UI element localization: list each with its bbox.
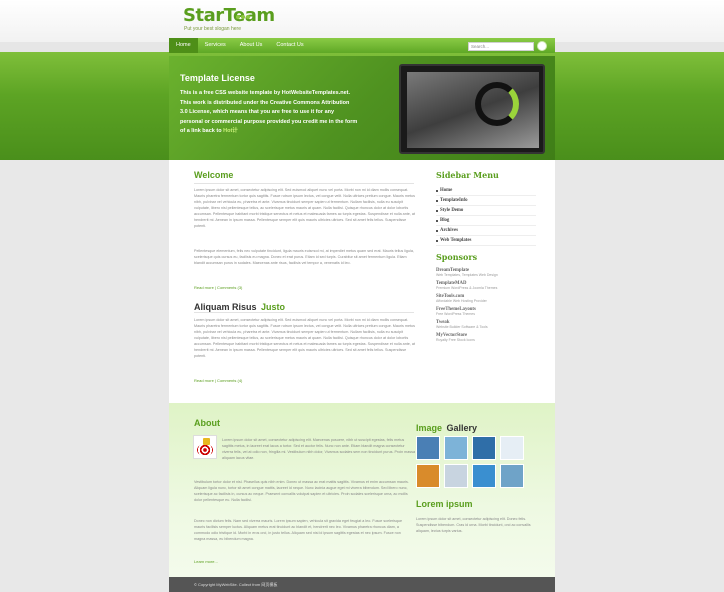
gallery-title: Image Gallery [416, 418, 477, 436]
gallery-thumb[interactable] [444, 464, 468, 488]
sponsor-item[interactable]: SiteTools.com Affordable Web Hosting Pro… [436, 294, 536, 303]
sponsor-desc: Web Templates, Templates Web Design [436, 273, 498, 277]
welcome-title: Welcome [194, 170, 234, 180]
sidebar-menu-title: Sidebar Menu [436, 170, 499, 180]
welcome-readmore-link[interactable]: Read more | Comments (3) [194, 285, 242, 290]
target-icon [197, 444, 213, 456]
hero-text: This is a free CSS website template by H… [180, 89, 358, 137]
sidebar-item-blog[interactable]: Blog [436, 216, 536, 226]
sponsor-desc: Website Builder Software & Tools [436, 325, 488, 329]
sponsor-item[interactable]: Tweak Website Builder Software & Tools [436, 320, 536, 329]
gallery-thumb[interactable] [416, 464, 440, 488]
hero-text-body: This is a free CSS website template by H… [180, 90, 358, 134]
sidebar-item-web-templates[interactable]: Web Templates [436, 236, 536, 246]
gallery-thumb[interactable] [472, 464, 496, 488]
about-target-icon [193, 435, 217, 459]
sidebar-item-style-demo[interactable]: Style Demo [436, 206, 536, 216]
page-header-bg [0, 0, 724, 42]
aliquam-paragraph: Lorem ipsum dolor sit amet, consectetur … [194, 318, 415, 358]
welcome-paragraph-2: Pellentesque elementum, felis nec vulput… [194, 249, 414, 265]
sponsor-desc: Royalty Free Stock Icons [436, 338, 475, 342]
sidebar-item-templateinfo[interactable]: TemplateInfo [436, 196, 536, 206]
hero-title: Template License [180, 73, 255, 83]
sidebar-item-archives[interactable]: Archives [436, 226, 536, 236]
bag-icon [203, 438, 210, 445]
search-input[interactable]: Search... [468, 42, 534, 51]
logo-stars-icon [236, 6, 251, 24]
sponsor-item[interactable]: DreamTemplate Web Templates, Templates W… [436, 268, 536, 277]
sponsor-item[interactable]: TemplateMAD Premium WordPress & Joomla T… [436, 281, 536, 290]
gallery-thumb[interactable] [416, 436, 440, 460]
sponsor-item[interactable]: MyVectorStore Royalty Free Stock Icons [436, 333, 536, 342]
sponsor-desc: Affordable Web Hosting Provider [436, 299, 487, 303]
site-tagline: Put your best slogan here [184, 26, 241, 32]
divider [194, 183, 414, 184]
about-paragraph-1: Lorem ipsum dolor sit amet, consectetur … [222, 438, 416, 460]
about-title: About [194, 418, 220, 428]
sponsors-title: Sponsors [436, 252, 478, 262]
monitor-screen [407, 72, 539, 148]
hero-banner: Template License This is a free CSS webs… [169, 56, 555, 160]
sidebar-menu: Home TemplateInfo Style Demo Blog Archiv… [436, 186, 536, 246]
sidebar-item-home[interactable]: Home [436, 186, 536, 196]
gallery-thumb[interactable] [472, 436, 496, 460]
aliquam-readmore-link[interactable]: Read more | Comments (4) [194, 378, 242, 383]
nav-home[interactable]: Home [169, 38, 198, 53]
lorem-paragraph: Lorem ipsum dolor sit amet, consectetur … [416, 517, 531, 533]
site-logo[interactable]: StarTeam [183, 5, 275, 26]
search-icon[interactable] [537, 41, 547, 51]
lorem-title: Lorem ipsum [416, 499, 473, 509]
sponsor-item[interactable]: FreeThemeLayouts Free WordPress Themes [436, 307, 536, 316]
gallery-thumb[interactable] [444, 436, 468, 460]
about-paragraph-2: Vestibulum tortor dolor et nisl. Phasell… [194, 480, 409, 502]
footer: © Copyright MyWebSite. Collect from 网页模板 [169, 577, 555, 592]
about-paragraph-3: Donec non dictum felis. Nam sed viverra … [194, 519, 403, 541]
nav-contact-us[interactable]: Contact Us [269, 38, 310, 53]
welcome-paragraph-1: Lorem ipsum dolor sit amet, consectetur … [194, 188, 415, 228]
hero-monitor-image [399, 64, 545, 154]
sidebar: Sidebar Menu Home TemplateInfo Style Dem… [436, 170, 536, 346]
sponsor-desc: Free WordPress Themes [436, 312, 475, 316]
sponsor-desc: Premium WordPress & Joomla Themes [436, 286, 498, 290]
about-learn-more-link[interactable]: Learn more... [194, 559, 218, 564]
gallery-thumb[interactable] [500, 464, 524, 488]
hero-link[interactable]: Hot计 [223, 128, 238, 134]
image-gallery [416, 436, 524, 488]
gallery-title-b: Gallery [446, 423, 477, 433]
divider [194, 312, 414, 313]
nav-services[interactable]: Services [198, 38, 233, 53]
gallery-title-a: Image [416, 423, 443, 433]
headphones-image [475, 82, 519, 126]
aliquam-title-a: Aliquam Risus [194, 302, 257, 312]
nav-about-us[interactable]: About Us [233, 38, 270, 53]
gallery-thumb[interactable] [500, 436, 524, 460]
aliquam-title-b: Justo [260, 302, 285, 312]
